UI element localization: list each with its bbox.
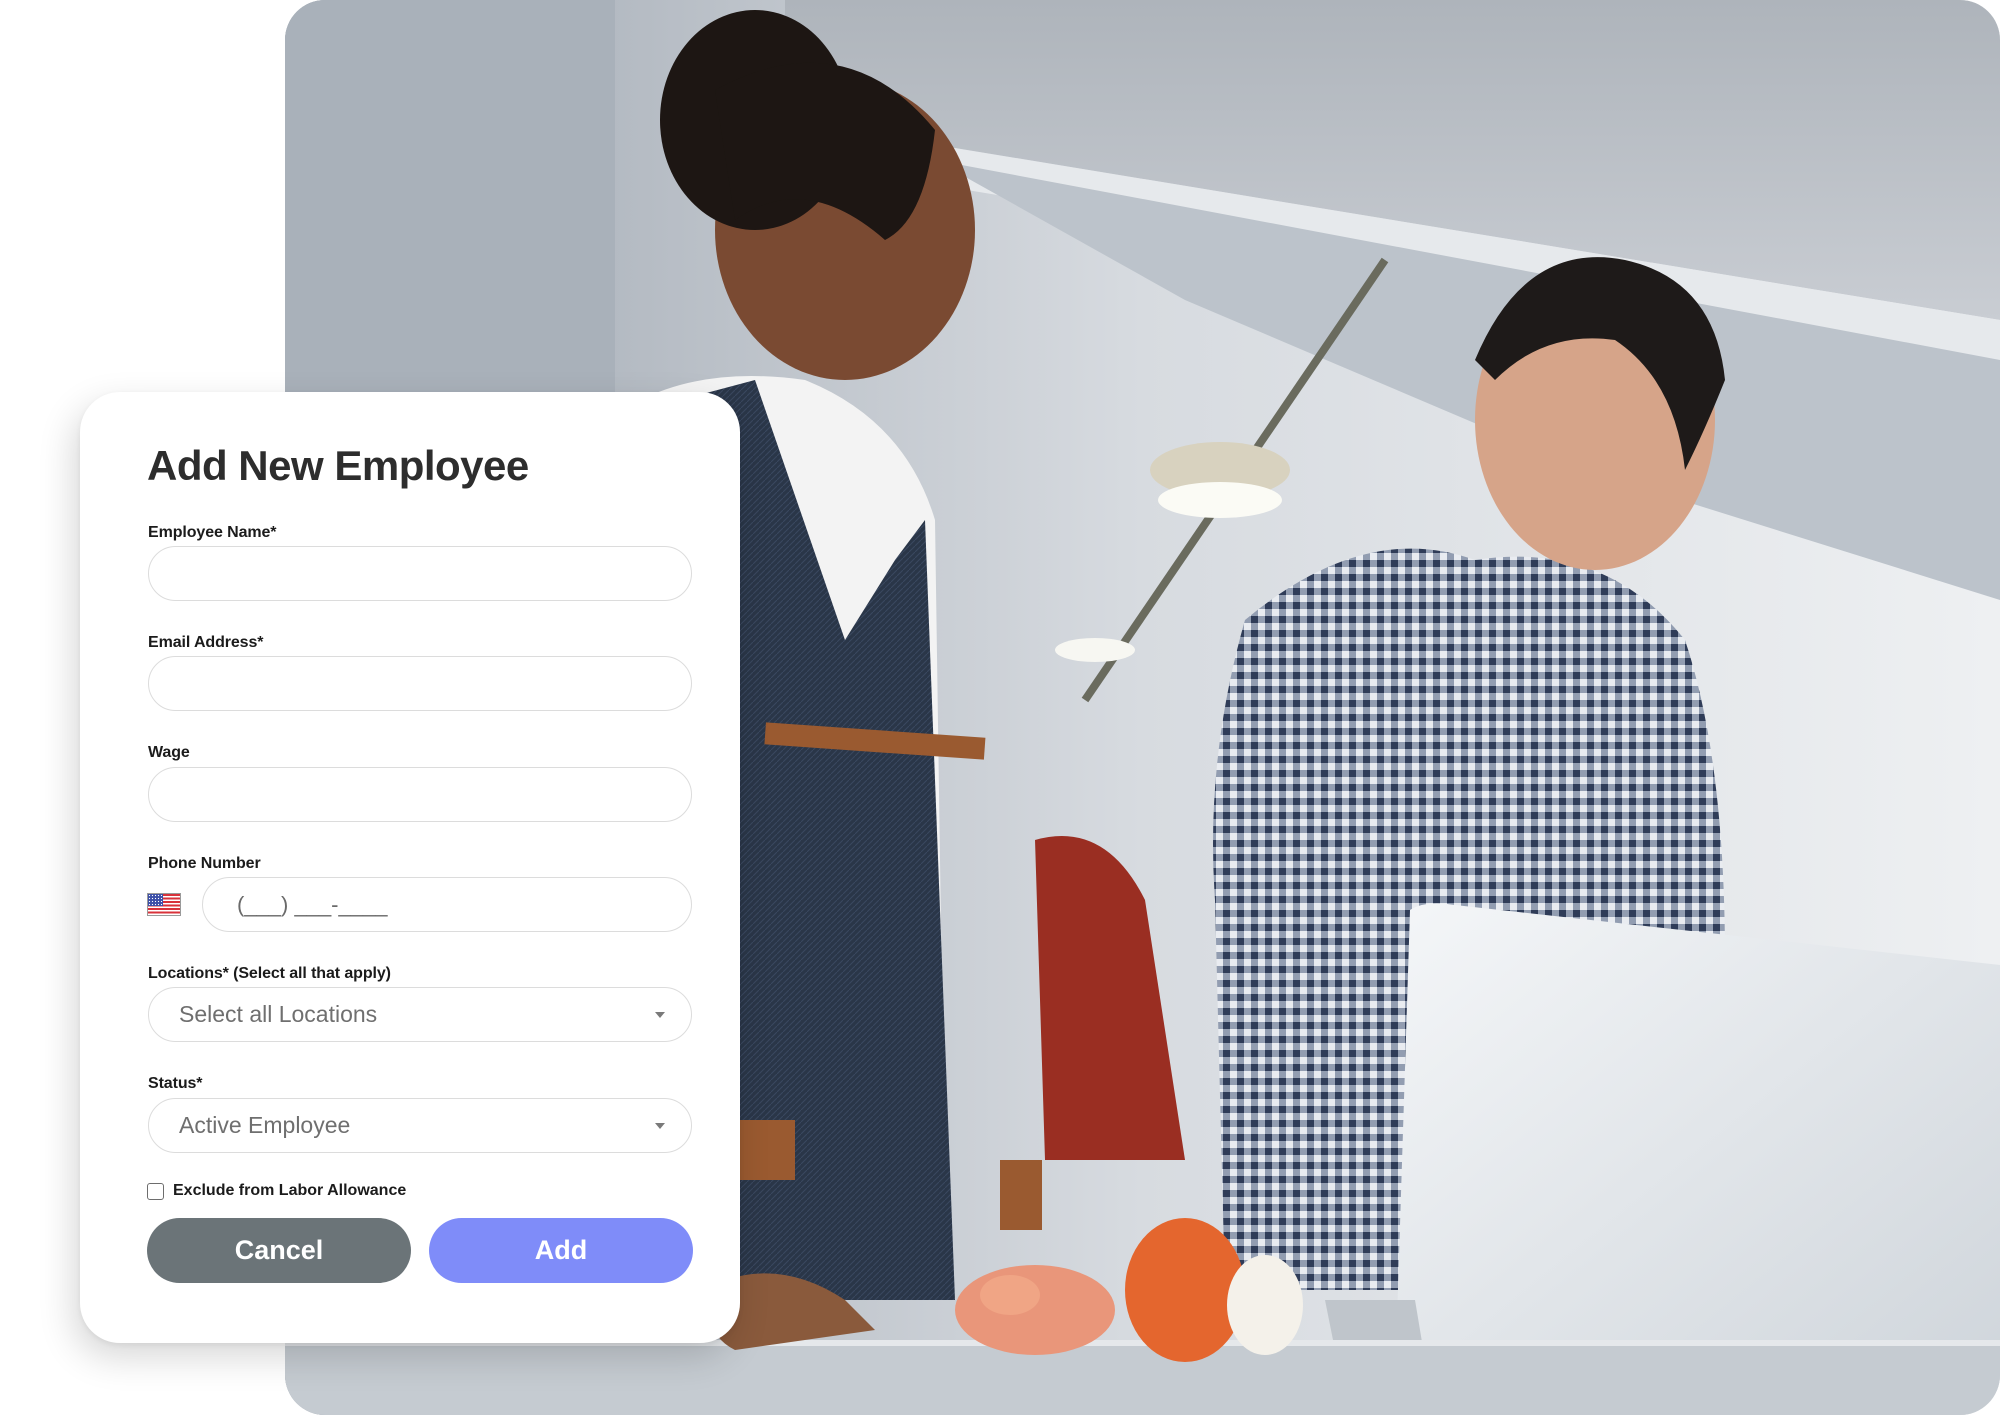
cancel-button[interactable]: Cancel — [147, 1218, 411, 1283]
status-label: Status* — [148, 1075, 203, 1092]
exclude-labor-allowance-checkbox[interactable] — [147, 1182, 164, 1200]
form-title: Add New Employee — [147, 442, 529, 489]
status-select[interactable]: Active Employee — [148, 1098, 692, 1153]
wage-label: Wage — [148, 744, 190, 761]
exclude-labor-allowance-row[interactable]: Exclude from Labor Allowance — [147, 1182, 406, 1200]
email-address-label: Email Address* — [148, 634, 264, 651]
phone-number-label: Phone Number — [148, 855, 261, 872]
locations-select-value: Select all Locations — [179, 1001, 378, 1027]
phone-number-input[interactable] — [202, 877, 692, 932]
chevron-down-icon — [655, 1122, 665, 1129]
chevron-down-icon — [655, 1011, 665, 1018]
exclude-labor-allowance-label: Exclude from Labor Allowance — [173, 1182, 407, 1199]
wage-input[interactable] — [148, 767, 692, 822]
employee-name-input[interactable] — [148, 546, 692, 601]
employee-name-label: Employee Name* — [148, 524, 277, 541]
us-flag-icon[interactable] — [147, 893, 181, 916]
locations-label: Locations* (Select all that apply) — [148, 965, 391, 982]
email-address-input[interactable] — [148, 656, 692, 711]
status-select-value: Active Employee — [179, 1112, 351, 1138]
flag-canton — [148, 894, 163, 906]
add-button[interactable]: Add — [429, 1218, 693, 1283]
add-employee-form: Add New Employee Employee Name* Email Ad… — [80, 392, 740, 1343]
locations-select[interactable]: Select all Locations — [148, 987, 692, 1042]
